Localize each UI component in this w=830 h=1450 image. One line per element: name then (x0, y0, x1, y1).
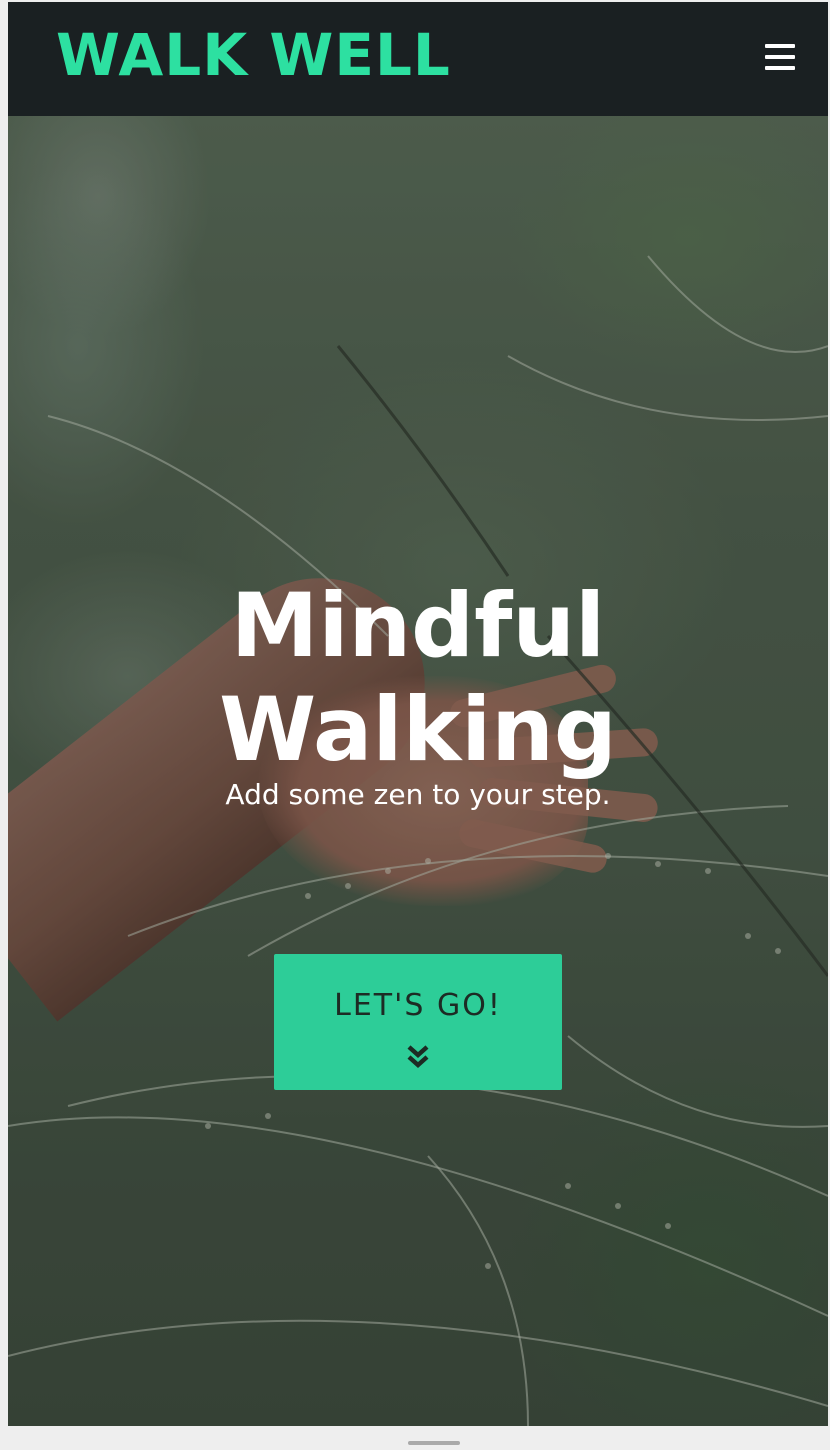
hero-subtitle: Add some zen to your step. (225, 778, 611, 811)
brand-logo[interactable]: WALK WELL (56, 26, 451, 84)
navbar: WALK WELL (8, 2, 828, 116)
hero-section: Mindful Walking Add some zen to your ste… (8, 116, 828, 1426)
hamburger-menu-icon[interactable] (765, 44, 795, 70)
hero-title-line-1: Mindful (230, 574, 606, 677)
scroll-indicator[interactable] (408, 1441, 460, 1445)
hero-title: Mindful Walking (8, 574, 828, 782)
lets-go-button[interactable]: LET'S GO! (274, 954, 562, 1090)
hero-title-line-2: Walking (219, 678, 617, 781)
lets-go-label: LET'S GO! (334, 988, 502, 1023)
double-chevron-down-icon (407, 1045, 429, 1069)
page: WALK WELL Mindful Walking Add some zen t… (8, 2, 828, 1426)
